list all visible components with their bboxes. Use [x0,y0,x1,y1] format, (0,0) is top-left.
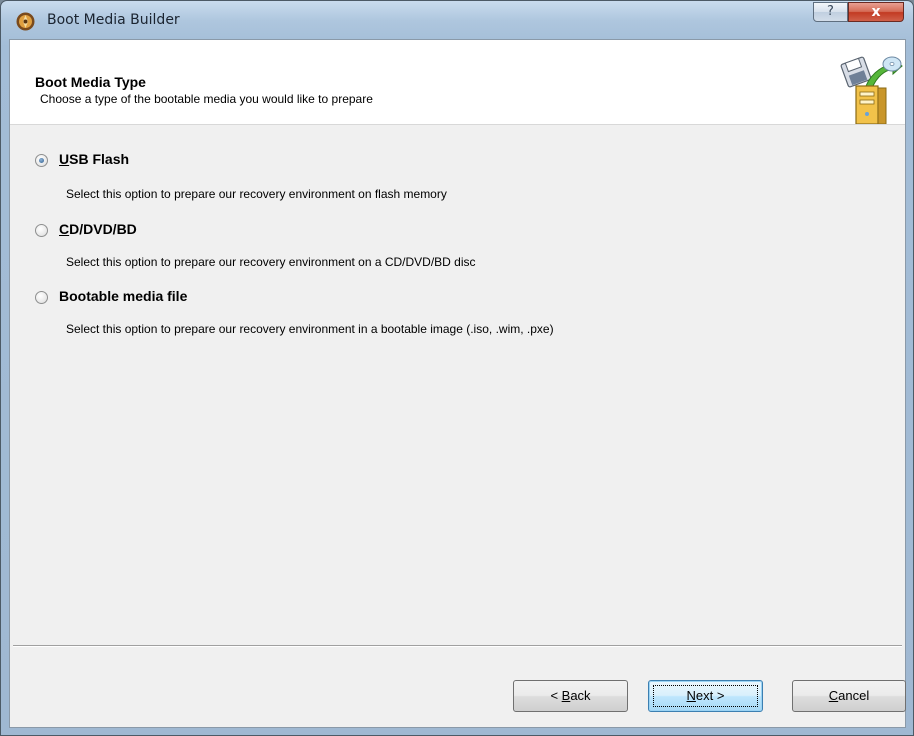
focus-rectangle [653,685,758,707]
radio-cd-dvd-bd[interactable] [35,224,48,237]
footer-separator [13,645,902,647]
radio-usb-flash[interactable] [35,154,48,167]
close-icon: x [871,4,881,20]
title-bar[interactable]: Boot Media Builder ? x [1,1,913,39]
page-title: Boot Media Type [35,74,146,90]
option-label-bootable-media-file[interactable]: Bootable media file [59,288,187,304]
page-subtitle: Choose a type of the bootable media you … [40,92,373,106]
close-button[interactable]: x [848,2,904,22]
boot-media-wizard-icon [840,56,903,124]
option-label-cd-dvd-bd[interactable]: CD/DVD/BD [59,221,137,237]
option-desc-bootable-media-file: Select this option to prepare our recove… [66,322,554,336]
option-desc-cd-dvd-bd: Select this option to prepare our recove… [66,255,476,269]
cancel-button[interactable]: Cancel [792,680,906,712]
help-button[interactable]: ? [813,2,848,22]
window-title: Boot Media Builder [47,12,180,28]
help-icon: ? [827,4,834,19]
wizard-client-area: Boot Media Type Choose a type of the boo… [9,39,906,728]
back-button[interactable]: < Back [513,680,628,712]
radio-bootable-media-file[interactable] [35,291,48,304]
wizard-header: Boot Media Type Choose a type of the boo… [10,40,905,125]
boot-media-builder-window: Boot Media Builder ? x Boot Media Type C… [0,0,914,736]
app-icon [16,12,35,31]
option-desc-usb-flash: Select this option to prepare our recove… [66,187,447,201]
next-button[interactable]: Next > [648,680,763,712]
option-label-usb-flash[interactable]: USB Flash [59,151,129,167]
